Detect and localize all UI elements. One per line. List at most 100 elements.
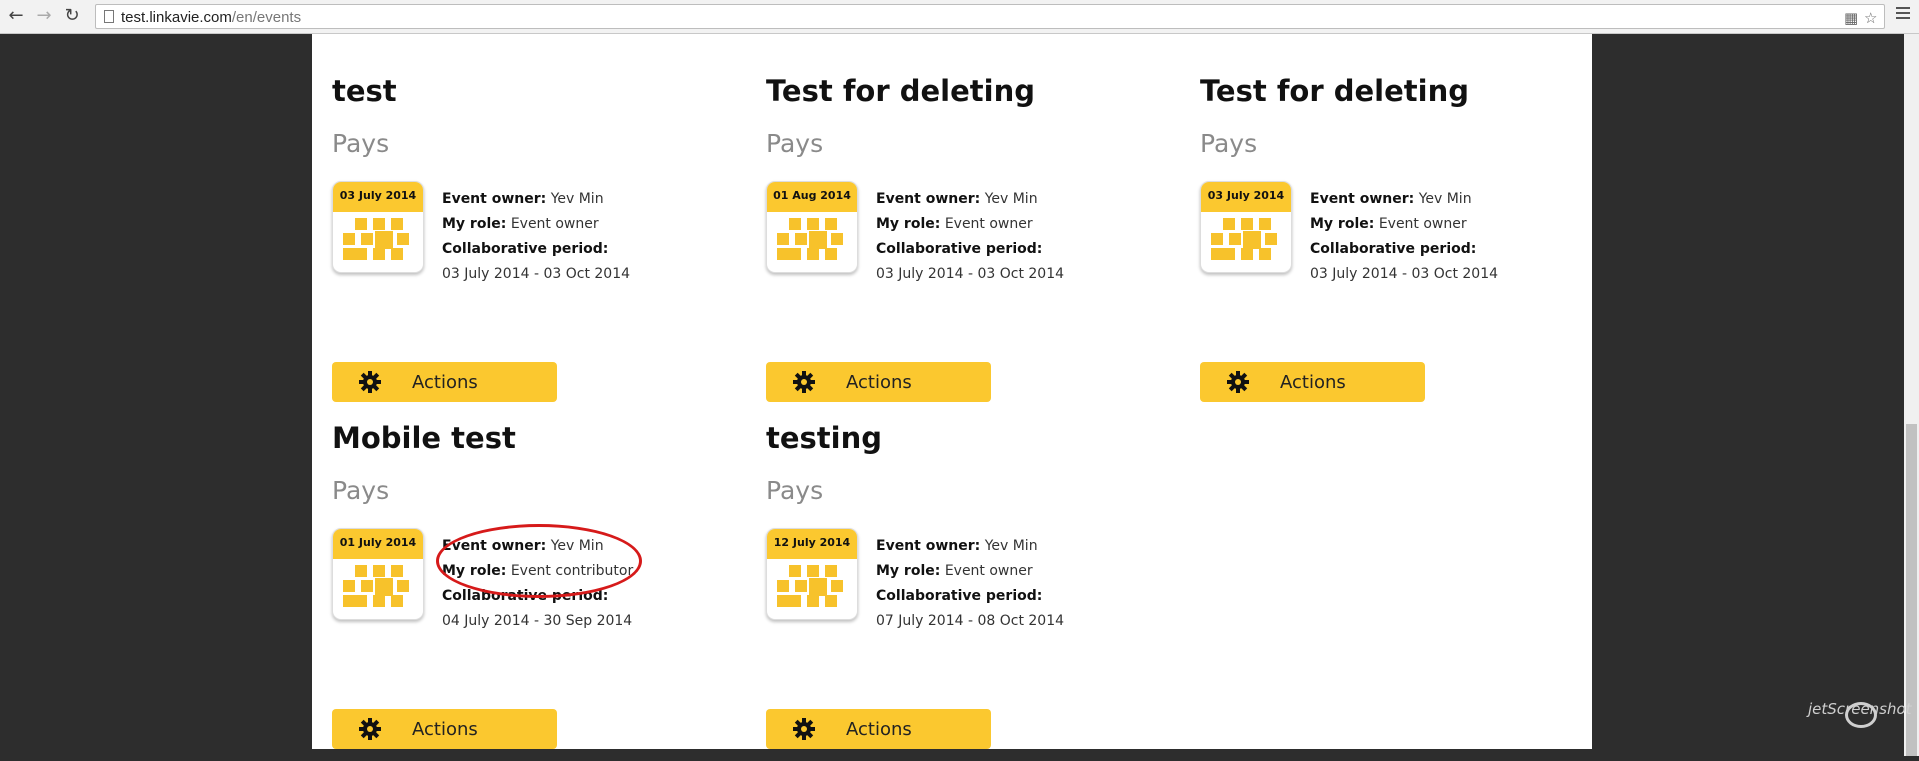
star-icon[interactable]: ☆ <box>1864 9 1877 27</box>
calendar-cell <box>807 248 819 260</box>
calendar-cell <box>343 580 355 592</box>
role-label: My role: <box>442 216 507 232</box>
owner-value: Yev Min <box>1418 191 1472 207</box>
calendar-cell <box>1229 233 1241 245</box>
event-title[interactable]: testing <box>766 421 882 455</box>
role-value: Event owner <box>944 216 1033 232</box>
event-subtitle: Pays <box>766 476 824 505</box>
menu-icon[interactable] <box>1896 7 1910 22</box>
event-subtitle: Pays <box>332 476 390 505</box>
role-value: Event owner <box>944 563 1033 579</box>
calendar-cell <box>361 233 373 245</box>
actions-label: Actions <box>412 719 478 740</box>
calendar-icon: 03 July 2014 <box>1200 181 1292 273</box>
actions-label: Actions <box>846 719 912 740</box>
calendar-cell <box>789 595 801 607</box>
role-value: Event owner <box>510 216 599 232</box>
owner-label: Event owner: <box>442 191 547 207</box>
calendar-grid <box>343 565 413 613</box>
events-page: test Pays 03 July 2014 Event owner: Yev … <box>312 34 1592 749</box>
highlight-annotation <box>436 524 642 598</box>
role-label: My role: <box>876 563 941 579</box>
actions-button[interactable]: Actions <box>766 362 991 402</box>
event-subtitle: Pays <box>1200 129 1258 158</box>
calendar-grid <box>777 565 847 613</box>
calendar-cell <box>343 233 355 245</box>
actions-button[interactable]: Actions <box>332 362 557 402</box>
back-icon[interactable]: ← <box>6 6 26 26</box>
calendar-cell <box>809 231 827 249</box>
event-subtitle: Pays <box>332 129 390 158</box>
calendar-cell <box>795 580 807 592</box>
url-text[interactable]: test.linkavie.com/en/events <box>121 9 301 26</box>
owner-value: Yev Min <box>984 191 1038 207</box>
calendar-cell <box>355 565 367 577</box>
forward-icon[interactable]: → <box>34 6 54 26</box>
calendar-cell <box>789 248 801 260</box>
owner-label: Event owner: <box>876 538 981 554</box>
actions-button[interactable]: Actions <box>332 709 557 749</box>
calendar-cell <box>807 218 819 230</box>
reload-icon[interactable]: ↻ <box>62 6 82 26</box>
owner-label: Event owner: <box>1310 191 1415 207</box>
event-card: test Pays 03 July 2014 Event owner: Yev … <box>332 74 752 414</box>
translate-icon[interactable]: ▦ <box>1844 9 1858 27</box>
event-title[interactable]: Mobile test <box>332 421 516 455</box>
event-info: Event owner: Yev Min My role: Event owne… <box>442 187 630 287</box>
owner-value: Yev Min <box>550 191 604 207</box>
calendar-cell <box>809 578 827 596</box>
event-info: Event owner: Yev Min My role: Event owne… <box>876 187 1064 287</box>
gear-icon <box>359 718 381 740</box>
actions-label: Actions <box>412 372 478 393</box>
calendar-cell <box>1211 248 1223 260</box>
event-card: Test for deleting Pays 03 July 2014 Even… <box>1200 74 1620 414</box>
address-bar[interactable]: test.linkavie.com/en/events ▦ ☆ <box>95 4 1885 29</box>
calendar-cell <box>373 248 385 260</box>
calendar-date: 01 Aug 2014 <box>767 182 857 212</box>
calendar-cell <box>373 565 385 577</box>
calendar-cell <box>795 233 807 245</box>
calendar-cell <box>355 595 367 607</box>
event-card: Test for deleting Pays 01 Aug 2014 Event… <box>766 74 1186 414</box>
page-icon <box>104 10 114 23</box>
calendar-icon: 01 Aug 2014 <box>766 181 858 273</box>
calendar-cell <box>375 231 393 249</box>
calendar-grid <box>1211 218 1281 266</box>
calendar-icon: 01 July 2014 <box>332 528 424 620</box>
url-host: test.linkavie.com <box>121 9 232 26</box>
event-title[interactable]: test <box>332 74 397 108</box>
calendar-cell <box>361 580 373 592</box>
watermark-text: jetScreenshot <box>1808 700 1912 718</box>
calendar-cell <box>777 595 789 607</box>
actions-label: Actions <box>846 372 912 393</box>
browser-toolbar: ← → ↻ test.linkavie.com/en/events ▦ ☆ <box>0 0 1919 34</box>
role-label: My role: <box>876 216 941 232</box>
calendar-cell <box>391 565 403 577</box>
actions-button[interactable]: Actions <box>1200 362 1425 402</box>
period-value: 03 July 2014 - 03 Oct 2014 <box>876 266 1065 282</box>
calendar-date: 03 July 2014 <box>333 182 423 212</box>
actions-label: Actions <box>1280 372 1346 393</box>
gear-icon <box>359 371 381 393</box>
event-title[interactable]: Test for deleting <box>766 74 1035 108</box>
calendar-cell <box>789 218 801 230</box>
period-value: 04 July 2014 - 30 Sep 2014 <box>442 613 633 629</box>
actions-button[interactable]: Actions <box>766 709 991 749</box>
calendar-cell <box>373 595 385 607</box>
period-label: Collaborative period: <box>876 588 1043 604</box>
period-value: 07 July 2014 - 08 Oct 2014 <box>876 613 1065 629</box>
gear-icon <box>1227 371 1249 393</box>
calendar-cell <box>391 218 403 230</box>
event-title[interactable]: Test for deleting <box>1200 74 1469 108</box>
period-value: 03 July 2014 - 03 Oct 2014 <box>442 266 631 282</box>
calendar-cell <box>397 233 409 245</box>
calendar-cell <box>825 565 837 577</box>
page-scrollbar[interactable] <box>1904 34 1919 756</box>
calendar-cell <box>391 595 403 607</box>
calendar-date: 12 July 2014 <box>767 529 857 559</box>
calendar-cell <box>1223 248 1235 260</box>
gear-icon <box>793 718 815 740</box>
calendar-icon: 03 July 2014 <box>332 181 424 273</box>
url-path: /en/events <box>231 9 302 26</box>
calendar-cell <box>789 565 801 577</box>
